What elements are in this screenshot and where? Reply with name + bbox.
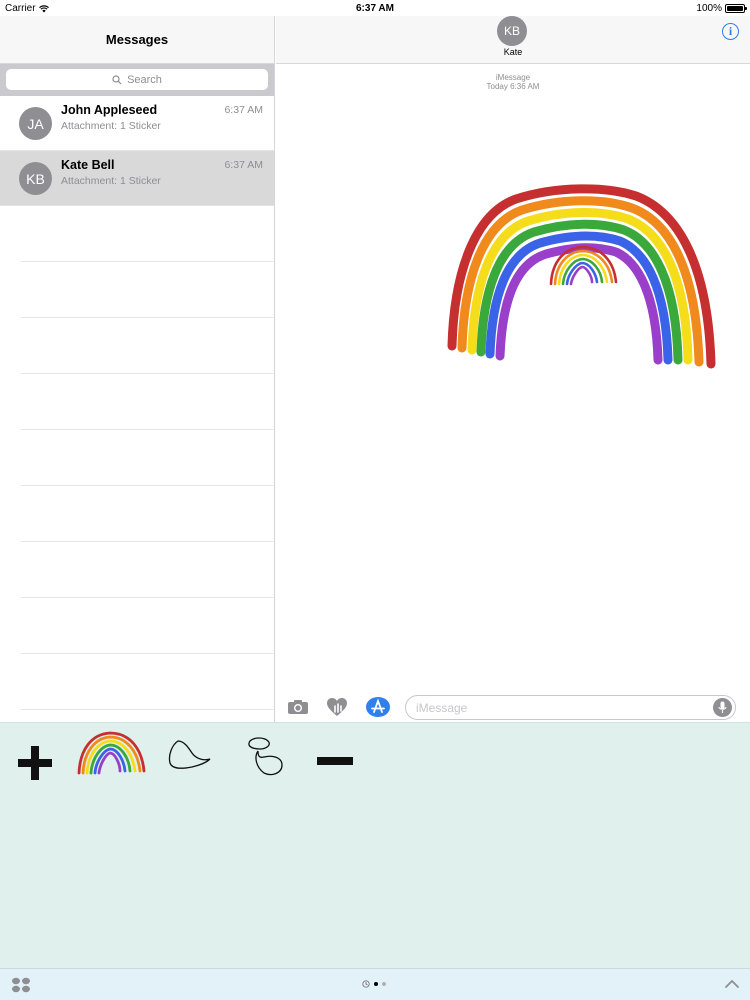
- conversation-time: 6:37 AM: [224, 104, 263, 116]
- sidebar-title: Messages: [105, 32, 169, 47]
- contact-name[interactable]: Kate: [276, 47, 750, 57]
- battery-percent: 100%: [696, 3, 722, 14]
- empty-row: [21, 206, 274, 262]
- scribble-sticker-thumbnail[interactable]: [166, 739, 214, 771]
- conversation-preview: Attachment: 1 Sticker: [61, 120, 161, 132]
- contact-avatar[interactable]: KB: [497, 16, 527, 46]
- minus-icon[interactable]: [316, 756, 354, 766]
- empty-row: [21, 430, 274, 486]
- empty-row: [21, 262, 274, 318]
- info-icon[interactable]: i: [722, 23, 739, 40]
- message-input-bar: [276, 692, 750, 722]
- status-time: 6:37 AM: [356, 3, 394, 14]
- search-input[interactable]: Search: [6, 69, 268, 90]
- microphone-icon[interactable]: [713, 698, 732, 717]
- chevron-up-icon[interactable]: [724, 979, 740, 989]
- battery-indicator: 100%: [696, 3, 747, 14]
- avatar: KB: [19, 162, 52, 195]
- camera-icon[interactable]: [286, 696, 310, 718]
- conversation-name: John Appleseed: [61, 103, 158, 117]
- digital-touch-icon[interactable]: [325, 696, 349, 718]
- message-input[interactable]: [406, 696, 696, 719]
- sticker-drawer: [0, 722, 750, 968]
- app-store-icon[interactable]: [366, 696, 390, 718]
- search-placeholder: Search: [127, 73, 162, 86]
- conversation-header: KB Kate i: [276, 16, 750, 64]
- search-bar: Search: [0, 64, 274, 96]
- conversation-time: 6:37 AM: [224, 159, 263, 171]
- conversation-row-john-appleseed[interactable]: JA John Appleseed Attachment: 1 Sticker …: [0, 96, 274, 151]
- rainbow-sticker-thumbnail[interactable]: [76, 729, 148, 777]
- empty-row: [21, 598, 274, 654]
- conversation-preview: Attachment: 1 Sticker: [61, 175, 161, 187]
- empty-row: [21, 486, 274, 542]
- message-service-label: iMessage: [495, 73, 531, 82]
- plus-icon[interactable]: [16, 744, 54, 782]
- conversation-row-kate-bell[interactable]: KB Kate Bell Attachment: 1 Sticker 6:37 …: [0, 151, 274, 206]
- search-icon: [112, 74, 122, 84]
- empty-row: [21, 374, 274, 430]
- empty-row: [21, 654, 274, 710]
- conversation-sidebar: Messages Search JA John Appleseed Attach…: [0, 16, 275, 722]
- empty-row: [21, 318, 274, 374]
- battery-icon: [725, 4, 747, 13]
- message-transcript: iMessage Today 6:36 AM: [276, 64, 750, 684]
- message-field: [405, 695, 736, 720]
- app-drawer-bar: [0, 968, 750, 1000]
- recents-icon: [362, 980, 370, 988]
- page-indicator[interactable]: [362, 980, 386, 988]
- sidebar-header: Messages: [0, 16, 274, 64]
- status-bar: Carrier 6:37 AM 100%: [0, 0, 750, 16]
- conversation-name: Kate Bell: [61, 158, 115, 172]
- conversation-list: JA John Appleseed Attachment: 1 Sticker …: [0, 96, 274, 710]
- rainbow-sticker-small[interactable]: [548, 240, 620, 288]
- page-dot: [382, 982, 386, 986]
- message-timestamp: Today 6:36 AM: [486, 82, 540, 91]
- empty-row: [21, 542, 274, 598]
- avatar: JA: [19, 107, 52, 140]
- doodle-sticker-thumbnail[interactable]: [240, 735, 288, 781]
- page-dot-active: [374, 982, 378, 986]
- apps-grid-icon[interactable]: [11, 977, 31, 993]
